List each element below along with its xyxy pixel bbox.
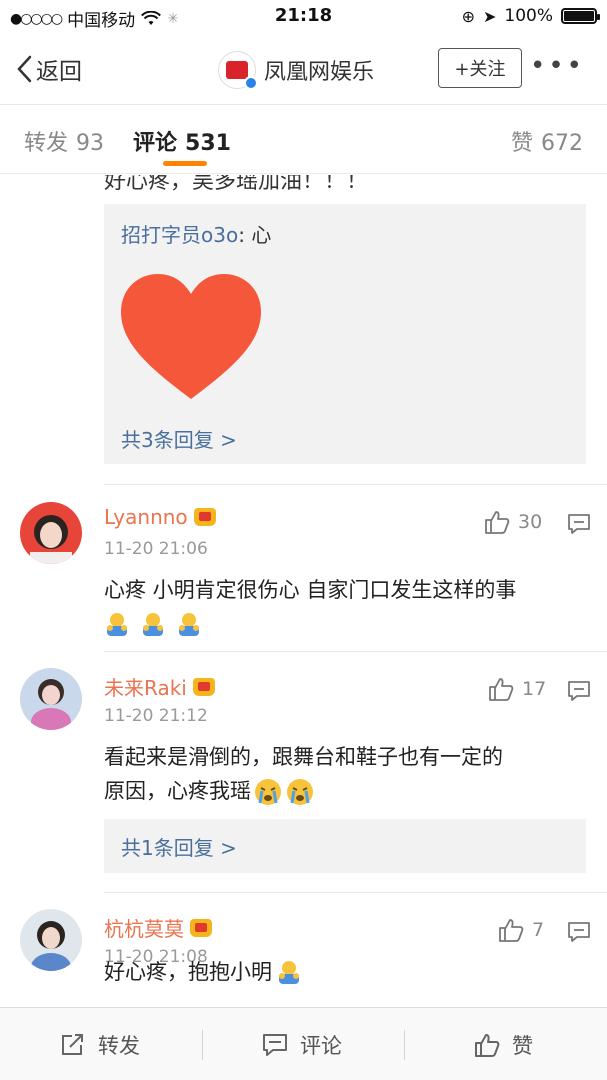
separator — [404, 1030, 405, 1060]
comment-username[interactable]: 未来Raki — [104, 672, 215, 701]
comment-item: Lyannno 11-20 21:06 30 心疼 小明肯定很伤心 自家门口发生… — [0, 485, 607, 651]
follow-button[interactable]: +关注 — [438, 48, 522, 88]
status-right: ⊕ ➤ 100% — [461, 6, 600, 26]
battery-percent: 100% — [504, 6, 553, 26]
user-avatar-image — [20, 909, 82, 971]
tab-comments-label: 评论 — [133, 131, 178, 156]
tab-likes-count: 672 — [541, 131, 583, 156]
thumb-up-icon — [499, 919, 524, 942]
like-button[interactable]: 30 — [484, 510, 542, 534]
tab-repost-label: 转发 — [24, 131, 69, 156]
comment-icon[interactable] — [567, 680, 591, 702]
user-avatar-image — [20, 502, 82, 564]
battery-fill — [564, 11, 594, 21]
status-bar: ●○○○○ 中国移动 ✳ 21:18 ⊕ ➤ 100% — [0, 0, 607, 34]
orientation-lock-icon: ⊕ — [461, 6, 475, 26]
like-button[interactable]: 赞 — [474, 1030, 533, 1060]
active-tab-indicator — [163, 161, 207, 166]
comment-label: 评论 — [300, 1034, 342, 1058]
comment-time: 11-20 21:12 — [104, 706, 208, 726]
back-button[interactable]: 返回 — [16, 52, 82, 86]
account-name: 凤凰网娱乐 — [264, 60, 375, 85]
comment-time: 11-20 21:06 — [104, 539, 208, 559]
comment-username[interactable]: Lyannno — [104, 505, 216, 529]
comment-text: 心疼 小明肯定很伤心 自家门口发生这样的事 — [104, 573, 593, 641]
thumb-up-icon — [489, 678, 514, 701]
separator — [202, 1030, 203, 1060]
reply-text: 心 — [251, 223, 272, 247]
crown-badge-icon — [192, 677, 215, 696]
heart-emoji — [121, 274, 261, 399]
hug-emoji — [143, 613, 163, 636]
comment-icon[interactable] — [567, 513, 591, 535]
reply-separator: : — [238, 223, 252, 247]
comment-text-line2: 原因，心疼我瑶 — [104, 779, 251, 803]
account-title[interactable]: 凤凰网娱乐 — [218, 51, 375, 90]
avatar[interactable] — [20, 668, 82, 730]
bottom-action-bar: 转发 评论 赞 — [0, 1007, 607, 1080]
username-text: 未来Raki — [104, 676, 187, 700]
avatar[interactable] — [20, 502, 82, 564]
comment-icon[interactable] — [567, 921, 591, 943]
tab-repost-count: 93 — [76, 131, 105, 156]
partial-comment-text: 好心疼，吴多瑶加油！！！ — [104, 175, 369, 194]
reply-line: 招打字员o3o: 心 — [121, 219, 271, 248]
like-count: 7 — [532, 919, 545, 941]
like-button[interactable]: 17 — [488, 677, 546, 701]
like-count: 17 — [522, 678, 547, 700]
more-options-icon[interactable]: ••• — [530, 53, 585, 79]
username-text: Lyannno — [104, 505, 188, 529]
user-avatar-image — [20, 668, 82, 730]
tab-likes-label: 赞 — [510, 131, 533, 156]
like-label: 赞 — [512, 1034, 533, 1058]
username-text: 杭杭莫莫 — [104, 917, 184, 941]
account-avatar — [218, 51, 258, 90]
hug-emoji — [107, 613, 127, 636]
tab-comments[interactable]: 评论 531 — [133, 125, 231, 157]
repost-icon — [62, 1034, 83, 1055]
like-count: 30 — [518, 511, 543, 533]
tab-bar: 转发 93 评论 531 赞 672 — [0, 104, 607, 174]
repost-button[interactable]: 转发 — [60, 1030, 140, 1060]
back-label: 返回 — [36, 59, 82, 85]
like-button[interactable]: 7 — [498, 918, 544, 942]
verified-badge-icon — [244, 76, 258, 90]
reply-preview-box[interactable]: 招打字员o3o: 心 共3条回复 > — [104, 204, 586, 464]
location-arrow-icon: ➤ — [482, 6, 497, 26]
comment-text: 看起来是滑倒的，跟舞台和鞋子也有一定的 原因，心疼我瑶 — [104, 740, 593, 808]
comment-text: 好心疼，抱抱小明 — [104, 955, 593, 989]
comment-button[interactable]: 评论 — [262, 1030, 342, 1060]
tab-comments-count: 531 — [185, 131, 231, 156]
thumb-up-icon — [475, 1034, 500, 1057]
comment-username[interactable]: 杭杭莫莫 — [104, 913, 212, 942]
thumb-up-icon — [485, 511, 510, 534]
battery-icon — [561, 8, 600, 24]
tab-repost[interactable]: 转发 93 — [24, 125, 104, 157]
crown-badge-icon — [190, 918, 212, 937]
comment-text-content: 好心疼，抱抱小明 — [104, 960, 272, 984]
comment-item: 杭杭莫莫 11-20 21:08 7 好心疼，抱抱小明 — [0, 893, 607, 1007]
hug-emoji — [279, 961, 299, 984]
comment-item: 未来Raki 11-20 21:12 17 看起来是滑倒的，跟舞台和鞋子也有一定… — [0, 652, 607, 892]
weibo-comments-page: ●○○○○ 中国移动 ✳ 21:18 ⊕ ➤ 100% 返回 凤凰网娱乐 +关注… — [0, 0, 607, 1080]
comment-icon — [263, 1034, 287, 1056]
more-replies-link[interactable]: 共3条回复 > — [121, 424, 237, 453]
comment-text-line1: 看起来是滑倒的，跟舞台和鞋子也有一定的 — [104, 745, 503, 769]
repost-label: 转发 — [98, 1034, 140, 1058]
crown-badge-icon — [193, 508, 216, 526]
comment-feed[interactable]: 好心疼，吴多瑶加油！！！ 招打字员o3o: 心 共3条回复 > Lyannno … — [0, 175, 607, 1007]
hug-emoji — [179, 613, 199, 636]
crying-emoji — [287, 779, 313, 805]
more-replies-link[interactable]: 共1条回复 > — [121, 832, 237, 861]
reply-username[interactable]: 招打字员o3o — [121, 223, 238, 247]
phoenix-logo-icon — [226, 61, 248, 79]
crying-emoji — [255, 779, 281, 805]
tab-likes[interactable]: 赞 672 — [511, 125, 583, 157]
comment-text-content: 心疼 小明肯定很伤心 自家门口发生这样的事 — [104, 578, 517, 602]
reply-preview-box[interactable]: 共1条回复 > — [104, 819, 586, 873]
navigation-bar: 返回 凤凰网娱乐 +关注 ••• — [0, 34, 607, 104]
avatar[interactable] — [20, 909, 82, 971]
back-chevron-icon — [17, 55, 32, 83]
